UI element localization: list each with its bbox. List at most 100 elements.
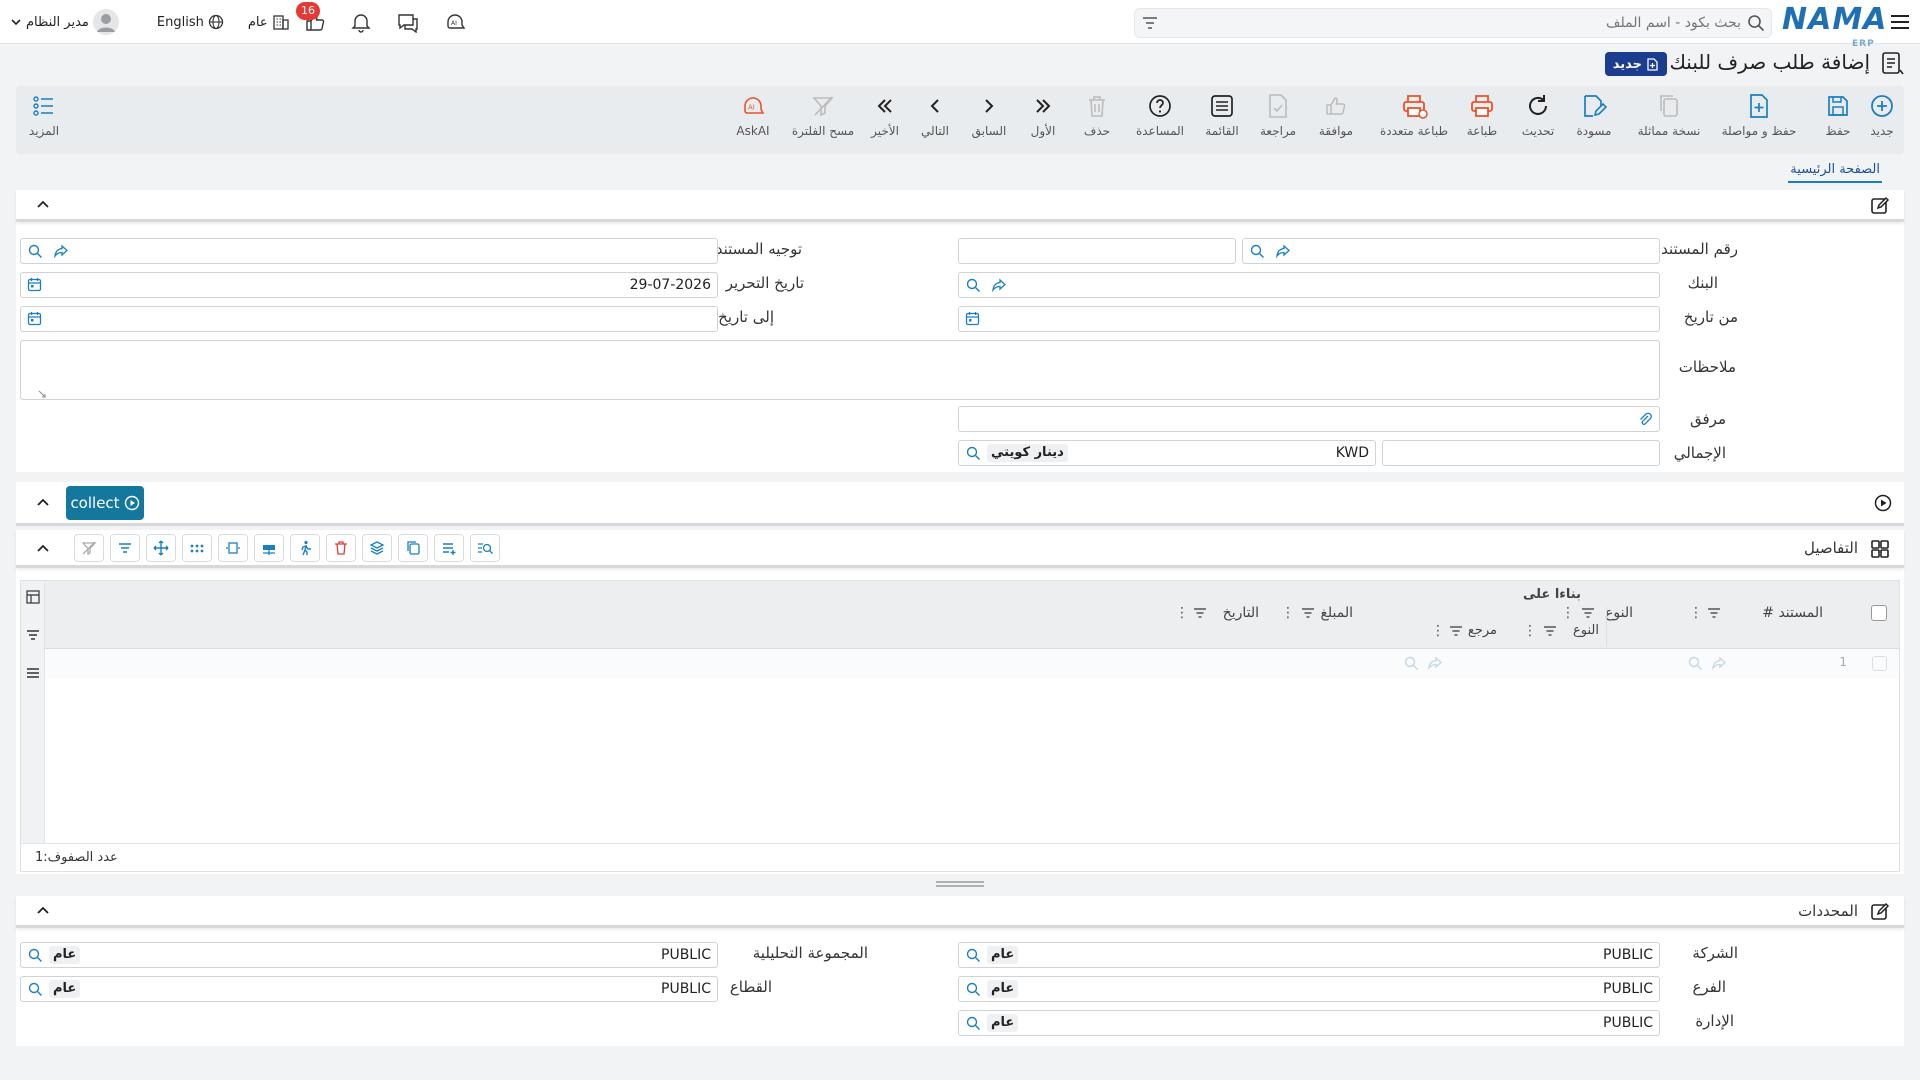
copy-button[interactable]: نسخة مماثلة [1634, 90, 1704, 150]
search-rows-icon[interactable] [470, 534, 500, 562]
company-field[interactable]: PUBLIC عام [958, 942, 1660, 968]
row-checkbox[interactable] [1872, 656, 1887, 671]
play-circle-icon[interactable] [1874, 494, 1892, 512]
user-menu[interactable]: مدير النظام [10, 8, 119, 36]
search-input[interactable] [1181, 13, 1741, 33]
previous-button[interactable]: السابق [964, 90, 1014, 150]
share-icon[interactable] [1275, 243, 1291, 263]
search-icon[interactable] [1747, 14, 1765, 32]
save-button[interactable]: حفظ [1810, 90, 1866, 150]
calendar-icon[interactable] [965, 311, 980, 330]
save-continue-button[interactable]: حفظ و مواصلة [1716, 90, 1802, 150]
run-icon[interactable] [290, 534, 320, 562]
col-type[interactable]: النوع [1605, 605, 1633, 621]
analytic-group-field[interactable]: PUBLIC عام [20, 942, 718, 968]
review-button[interactable]: مراجعة [1250, 90, 1306, 150]
column-menu-icon[interactable]: ⋮ [1689, 605, 1703, 621]
column-filter-icon[interactable] [1301, 607, 1315, 619]
column-menu-icon[interactable]: ⋮ [1175, 605, 1189, 621]
search-box[interactable] [1134, 8, 1772, 38]
resize-grip[interactable] [936, 876, 984, 887]
tab-home[interactable]: الصفحة الرئيسية [1788, 162, 1882, 183]
department-field[interactable]: PUBLIC عام [958, 1010, 1660, 1036]
collapse-chevron-icon[interactable] [36, 904, 50, 918]
column-menu-icon[interactable]: ⋮ [1281, 605, 1295, 621]
help-button[interactable]: المساعدة [1128, 90, 1192, 150]
move-icon[interactable] [146, 534, 176, 562]
insert-row-icon[interactable] [254, 534, 284, 562]
notes-textarea[interactable] [20, 340, 1660, 400]
col-doc-no[interactable]: # المستند [1762, 605, 1823, 621]
search-lookup-icon[interactable] [27, 981, 43, 1001]
share-icon[interactable] [991, 277, 1007, 297]
column-menu-icon[interactable]: ⋮ [1561, 605, 1575, 621]
collapse-chevron-icon[interactable] [36, 542, 50, 556]
print-button[interactable]: طباعة [1454, 90, 1510, 150]
paperclip-icon[interactable] [1637, 411, 1653, 431]
column-filter-icon[interactable] [1193, 607, 1207, 619]
add-lines-icon[interactable] [434, 534, 464, 562]
bank-field[interactable] [958, 272, 1660, 298]
refresh-button[interactable]: تحديث [1510, 90, 1566, 150]
column-width-icon[interactable] [218, 534, 248, 562]
column-filter-icon[interactable] [1581, 607, 1595, 619]
resize-handle-icon[interactable] [37, 387, 47, 403]
filter-icon[interactable] [1141, 14, 1159, 32]
more-button[interactable]: المزيد [16, 90, 72, 150]
search-lookup-icon[interactable] [27, 243, 43, 263]
total-amount-field[interactable] [1382, 440, 1660, 466]
list-button[interactable]: القائمة [1194, 90, 1250, 150]
calendar-icon[interactable] [27, 311, 42, 330]
branch-field[interactable]: PUBLIC عام [958, 976, 1660, 1002]
dots-grid-icon[interactable] [182, 534, 212, 562]
column-filter-icon[interactable] [1543, 625, 1557, 637]
col-reference[interactable]: مرجع [1468, 623, 1497, 638]
multi-print-button[interactable]: طباعة متعددة [1374, 90, 1454, 150]
from-date-field[interactable] [958, 306, 1660, 332]
column-filter-icon[interactable] [1707, 607, 1721, 619]
search-lookup-icon[interactable] [965, 981, 981, 1001]
col-date[interactable]: التاريخ [1223, 605, 1259, 621]
search-lookup-icon[interactable] [1249, 243, 1265, 263]
layers-icon[interactable] [362, 534, 392, 562]
column-menu-icon[interactable]: ⋮ [1523, 623, 1537, 639]
language-switch[interactable]: English [157, 8, 224, 36]
filter-lines-icon[interactable] [110, 534, 140, 562]
delete-button[interactable]: حذف [1074, 90, 1120, 150]
ai-assistant-button[interactable]: AI [444, 8, 468, 36]
columns-menu-icon[interactable] [25, 665, 41, 681]
col-amount[interactable]: المبلغ [1320, 605, 1353, 621]
share-icon[interactable] [1711, 655, 1727, 671]
first-button[interactable]: الأول [1020, 90, 1066, 150]
askai-button[interactable]: AI AskAI [728, 90, 778, 150]
delete-row-icon[interactable] [326, 534, 356, 562]
doc-number-suffix-field[interactable] [958, 238, 1236, 264]
table-row[interactable]: 1 [45, 649, 1899, 679]
search-lookup-icon[interactable] [27, 947, 43, 967]
draft-button[interactable]: مسودة [1566, 90, 1622, 150]
column-filter-icon[interactable] [1449, 625, 1463, 637]
menu-icon[interactable] [1888, 10, 1912, 34]
search-lookup-icon[interactable] [1687, 655, 1703, 671]
clear-filter-icon[interactable] [74, 534, 104, 562]
currency-field[interactable]: KWD دينار كويتي [958, 440, 1376, 466]
doc-direction-field[interactable] [20, 238, 718, 264]
calendar-icon[interactable] [27, 277, 42, 296]
copy-rows-icon[interactable] [398, 534, 428, 562]
approve-button[interactable]: موافقة [1308, 90, 1364, 150]
share-icon[interactable] [1427, 655, 1443, 671]
filter-icon[interactable] [25, 627, 41, 643]
issue-date-field[interactable]: 29-07-2026 [20, 272, 718, 298]
collect-button[interactable]: collect [66, 486, 144, 520]
to-date-field[interactable] [20, 306, 718, 332]
last-button[interactable]: الأخير [862, 90, 908, 150]
col-based-on-type[interactable]: النوع [1573, 623, 1599, 638]
select-all-checkbox[interactable] [1871, 605, 1887, 621]
collapse-chevron-icon[interactable] [36, 496, 50, 510]
doc-number-field[interactable] [1242, 238, 1660, 264]
messages-button[interactable] [396, 8, 420, 36]
next-button[interactable]: التالي [912, 90, 958, 150]
table-icon[interactable] [25, 589, 41, 605]
notifications-button[interactable] [350, 8, 372, 36]
sector-field[interactable]: PUBLIC عام [20, 976, 718, 1002]
